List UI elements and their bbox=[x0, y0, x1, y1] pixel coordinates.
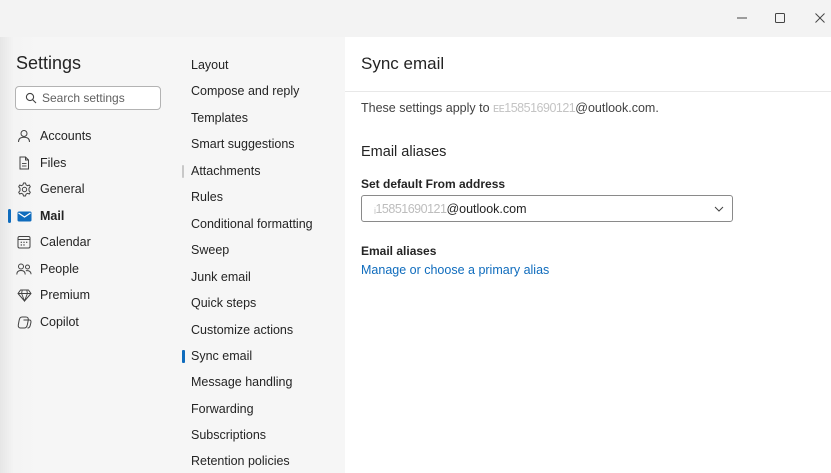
minimize-button[interactable] bbox=[724, 6, 760, 30]
sidebar-item-people[interactable]: People bbox=[8, 257, 174, 281]
content-header: Sync email bbox=[345, 37, 831, 92]
nav-item-label: Layout bbox=[191, 58, 229, 72]
nav-item-sync-email[interactable]: Sync email bbox=[180, 344, 345, 368]
nav-item-label: Templates bbox=[191, 111, 248, 125]
search-box[interactable] bbox=[15, 86, 161, 110]
nav-item-forwarding[interactable]: Forwarding bbox=[180, 397, 345, 421]
sidebar-item-label: Calendar bbox=[40, 235, 91, 249]
default-from-dropdown[interactable]: ᵢ15851690121@outlook.com bbox=[361, 195, 733, 222]
diamond-icon bbox=[16, 287, 32, 303]
nav-item-conditional-formatting[interactable]: Conditional formatting bbox=[180, 212, 345, 236]
nav-item-compose-and-reply[interactable]: Compose and reply bbox=[180, 79, 345, 103]
sidebar-item-copilot[interactable]: Copilot bbox=[8, 310, 174, 334]
chevron-down-icon bbox=[714, 206, 724, 212]
nav-item-label: Retention policies bbox=[191, 454, 290, 468]
masked-account: ᴇᴇ15851690121 bbox=[493, 101, 576, 115]
sidebar-item-files[interactable]: Files bbox=[8, 151, 174, 175]
nav-item-message-handling[interactable]: Message handling bbox=[180, 370, 345, 394]
dropdown-value: ᵢ15851690121@outlook.com bbox=[374, 202, 527, 216]
nav-item-label: Rules bbox=[191, 190, 223, 204]
nav-item-label: Quick steps bbox=[191, 296, 257, 310]
default-from-label: Set default From address bbox=[361, 177, 506, 191]
sidebar-item-label: Files bbox=[40, 156, 67, 170]
nav-item-layout[interactable]: Layout bbox=[180, 53, 345, 77]
apply-suffix: @outlook.com. bbox=[575, 101, 659, 115]
close-button[interactable] bbox=[802, 6, 831, 30]
minimize-icon bbox=[737, 17, 747, 19]
hover-indicator bbox=[182, 165, 184, 178]
nav-item-label: Forwarding bbox=[191, 402, 254, 416]
nav-item-label: Junk email bbox=[191, 270, 251, 284]
sidebar-item-label: Premium bbox=[40, 288, 91, 302]
nav-item-label: Message handling bbox=[191, 375, 293, 389]
masked-address: ᵢ15851690121 bbox=[374, 201, 447, 216]
person-icon bbox=[16, 128, 32, 144]
maximize-button[interactable] bbox=[762, 6, 798, 30]
sidebar-item-label: Mail bbox=[40, 209, 65, 223]
nav-item-label: Sync email bbox=[191, 349, 253, 363]
maximize-icon bbox=[775, 13, 785, 23]
nav-item-templates[interactable]: Templates bbox=[180, 106, 345, 130]
section-title: Email aliases bbox=[361, 144, 447, 160]
nav-item-label: Attachments bbox=[191, 164, 261, 178]
nav-item-label: Conditional formatting bbox=[191, 217, 313, 231]
selection-indicator bbox=[182, 350, 185, 363]
people-icon bbox=[16, 261, 32, 277]
aliases-label: Email aliases bbox=[361, 244, 437, 258]
selection-indicator bbox=[8, 209, 11, 223]
nav-item-label: Compose and reply bbox=[191, 84, 300, 98]
file-icon bbox=[16, 155, 32, 171]
nav-item-label: Customize actions bbox=[191, 323, 294, 337]
search-input[interactable] bbox=[42, 91, 152, 105]
account-info-text: These settings apply to ᴇᴇ15851690121@ou… bbox=[361, 101, 659, 115]
mail-settings-nav: Layout Compose and reply Templates Smart… bbox=[180, 37, 345, 473]
copilot-icon bbox=[16, 314, 32, 330]
sidebar-item-general[interactable]: General bbox=[8, 177, 174, 201]
nav-item-customize-actions[interactable]: Customize actions bbox=[180, 318, 345, 342]
nav-item-rules[interactable]: Rules bbox=[180, 185, 345, 209]
sidebar-item-label: General bbox=[40, 182, 85, 196]
sidebar-item-label: Copilot bbox=[40, 315, 79, 329]
calendar-icon bbox=[16, 234, 32, 250]
close-icon bbox=[815, 13, 825, 23]
nav-item-label: Smart suggestions bbox=[191, 137, 295, 151]
mail-icon bbox=[16, 208, 32, 224]
apply-prefix: These settings apply to bbox=[361, 101, 494, 115]
content-pane: Sync email These settings apply to ᴇᴇ158… bbox=[345, 37, 831, 473]
nav-item-quick-steps[interactable]: Quick steps bbox=[180, 291, 345, 315]
manage-alias-link[interactable]: Manage or choose a primary alias bbox=[361, 263, 549, 277]
sidebar-item-premium[interactable]: Premium bbox=[8, 283, 174, 307]
nav-item-label: Sweep bbox=[191, 243, 230, 257]
sidebar-item-mail[interactable]: Mail bbox=[8, 204, 174, 228]
sidebar-item-accounts[interactable]: Accounts bbox=[8, 124, 174, 148]
nav-item-retention-policies[interactable]: Retention policies bbox=[180, 449, 345, 473]
page-title: Sync email bbox=[361, 54, 445, 73]
gear-icon bbox=[16, 181, 32, 197]
nav-item-attachments[interactable]: Attachments bbox=[180, 159, 345, 183]
search-icon bbox=[25, 92, 37, 104]
title-bar bbox=[0, 0, 831, 37]
address-suffix: @outlook.com bbox=[446, 201, 527, 216]
sidebar-item-label: Accounts bbox=[40, 129, 92, 143]
settings-sidebar: Settings Accounts Files General Mail Cal… bbox=[0, 37, 180, 473]
nav-item-junk-email[interactable]: Junk email bbox=[180, 265, 345, 289]
nav-item-smart-suggestions[interactable]: Smart suggestions bbox=[180, 132, 345, 156]
nav-item-label: Subscriptions bbox=[191, 428, 267, 442]
nav-item-sweep[interactable]: Sweep bbox=[180, 238, 345, 262]
settings-title: Settings bbox=[16, 53, 82, 73]
sidebar-item-calendar[interactable]: Calendar bbox=[8, 230, 174, 254]
sidebar-item-label: People bbox=[40, 262, 79, 276]
nav-item-subscriptions[interactable]: Subscriptions bbox=[180, 423, 345, 447]
